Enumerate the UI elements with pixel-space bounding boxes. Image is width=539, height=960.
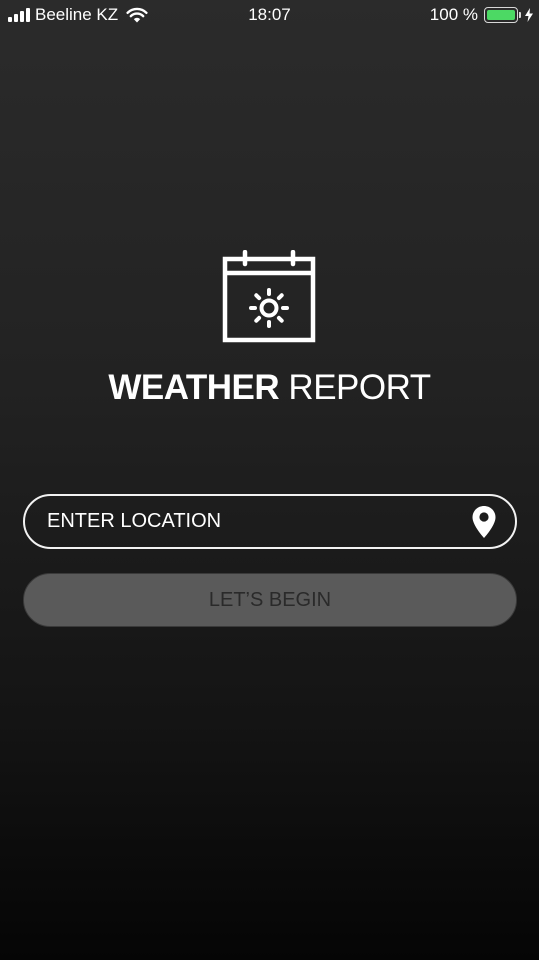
status-right: 100 % [430, 5, 533, 25]
app-title: WEATHER REPORT [0, 368, 539, 408]
battery-percent: 100 % [429, 5, 478, 24]
calendar-sun-icon [222, 250, 316, 343]
location-field[interactable] [23, 494, 517, 549]
location-pin-icon[interactable] [471, 505, 497, 539]
battery-fill [487, 10, 515, 20]
charging-bolt-icon [525, 8, 533, 22]
location-input[interactable] [25, 510, 471, 533]
status-bar: Beeline KZ 18:07 100 % [0, 0, 539, 30]
app-title-bold: WEATHER [108, 368, 280, 407]
battery-icon [484, 7, 518, 23]
app-title-light: REPORT [288, 368, 431, 407]
battery-cap [519, 12, 521, 18]
lets-begin-button[interactable]: LET’S BEGIN [23, 573, 517, 627]
